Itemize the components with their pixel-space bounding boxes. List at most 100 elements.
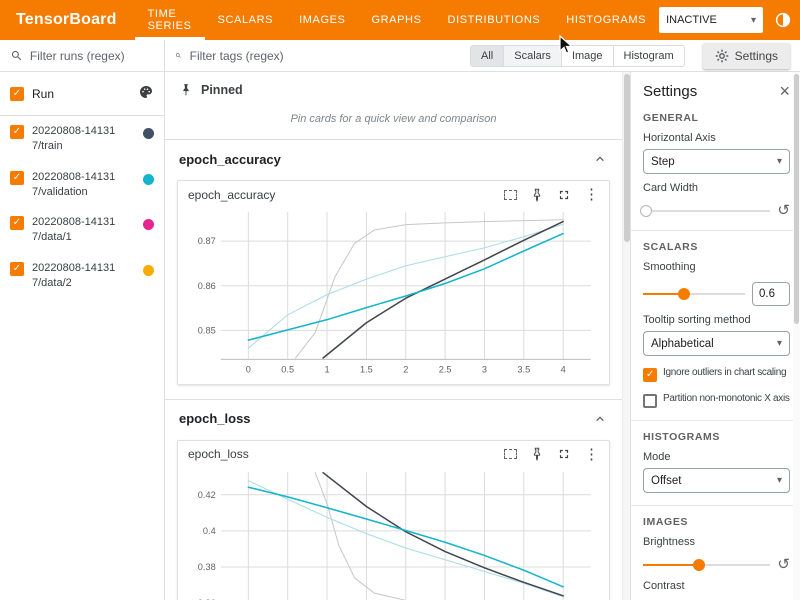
tab-graphs[interactable]: GRAPHS [358,0,434,40]
svg-text:0.4: 0.4 [203,526,216,536]
palette-icon[interactable] [138,84,154,103]
pin-icon[interactable] [530,447,544,461]
chevron-up-icon[interactable] [592,151,608,167]
horizontal-axis-select[interactable]: Step ▾ [643,149,790,174]
selection-box-icon[interactable] [504,190,517,200]
more-vert-icon[interactable]: ⋮ [584,187,599,202]
smoothing-slider[interactable] [643,287,745,301]
settings-scrollbar[interactable] [793,72,800,600]
slider-thumb[interactable] [640,205,652,217]
tab-distributions[interactable]: DISTRIBUTIONS [435,0,554,40]
epoch-loss-chart[interactable]: 00.511.522.533.540.360.380.40.42 [184,464,603,600]
tooltip-sorting-select[interactable]: Alphabetical ▾ [643,331,790,356]
run-checkbox[interactable]: ✓ [10,262,24,276]
main-scrollbar[interactable] [622,72,630,600]
pin-icon [179,83,193,97]
epoch-accuracy-chart[interactable]: 00.511.522.533.540.850.860.87 [184,204,603,380]
chip-histogram[interactable]: Histogram [613,45,685,67]
ignore-outliers-label: Ignore outliers in chart scaling [663,367,786,378]
scalars-heading: SCALARS [643,241,790,253]
smoothing-value-input[interactable]: 0.6 [752,282,790,306]
run-checkbox[interactable]: ✓ [10,216,24,230]
histogram-mode-label: Mode [643,451,790,463]
section-header[interactable]: epoch_loss [165,400,622,438]
histogram-mode-select[interactable]: Offset ▾ [643,468,790,493]
settings-button[interactable]: Settings [703,43,790,69]
chevron-down-icon: ▾ [751,15,756,26]
scrollbar-thumb[interactable] [794,74,799,324]
theme-toggle-icon[interactable] [772,9,794,31]
tab-scalars[interactable]: SCALARS [205,0,287,40]
reset-icon[interactable]: ↺ [777,203,790,218]
run-color-dot [143,174,154,185]
brightness-label: Brightness [643,536,790,548]
card-grid: epoch_accuracy ⋮ [165,178,622,399]
ignore-outliers-row[interactable]: ✓ Ignore outliers in chart scaling [643,367,790,382]
section-epoch-accuracy: epoch_accuracy epoch_accuracy [165,140,622,400]
close-icon[interactable]: × [779,82,790,100]
card-grid: epoch_loss ⋮ [165,438,622,600]
ignore-outliers-checkbox[interactable]: ✓ [643,368,657,382]
run-row-train[interactable]: ✓ 20220808-141317/train [0,116,164,162]
selection-box-icon[interactable] [504,449,517,459]
fullscreen-icon[interactable] [557,447,571,461]
partition-x-axis-row[interactable]: Partition non-monotonic X axis i [643,393,790,408]
chip-image[interactable]: Image [561,45,614,67]
gear-icon [715,49,729,63]
horizontal-axis-value: Step [651,156,675,168]
runs-select-all-checkbox[interactable]: ✓ [10,87,24,101]
tag-toolbar: All Scalars Image Histogram Settings [165,40,800,72]
run-color-dot [143,265,154,276]
run-name: 20220808-141317/train [32,124,116,154]
run-checkbox[interactable]: ✓ [10,171,24,185]
settings-panel: Settings × GENERAL Horizontal Axis Step … [630,72,800,600]
section-epoch-loss: epoch_loss epoch_loss [165,400,622,600]
card-title: epoch_accuracy [188,188,275,202]
half-circle-icon [774,11,792,29]
more-vert-icon[interactable]: ⋮ [584,447,599,462]
slider-thumb[interactable] [693,559,705,571]
tab-time-series[interactable]: TIME SERIES [135,0,205,40]
svg-text:1.5: 1.5 [360,365,373,375]
card-width-slider[interactable] [643,204,770,218]
pinned-hint-text: Pin cards for a quick view and compariso… [165,105,622,140]
tab-images[interactable]: IMAGES [286,0,358,40]
run-row-validation[interactable]: ✓ 20220808-141317/validation [0,162,164,208]
run-filter-input[interactable] [30,49,154,63]
brightness-slider[interactable] [643,558,770,572]
chevron-up-icon[interactable] [592,411,608,427]
svg-text:3: 3 [482,365,487,375]
runs-header-row[interactable]: ✓ Run [0,72,164,116]
chip-scalars[interactable]: Scalars [503,45,562,67]
run-list: ✓ 20220808-141317/train ✓ 20220808-14131… [0,116,164,299]
tab-histograms[interactable]: HISTOGRAMS [553,0,659,40]
tooltip-sorting-value: Alphabetical [651,338,714,350]
settings-button-label: Settings [735,49,778,63]
reload-status-value: INACTIVE [666,14,717,26]
partition-x-axis-label: Partition non-monotonic X axis [663,393,790,404]
reload-status-dropdown[interactable]: INACTIVE ▾ [659,7,763,33]
pinned-section-header: Pinned [165,72,622,105]
svg-text:0.85: 0.85 [198,325,216,335]
scalar-card-epoch-loss: epoch_loss ⋮ [177,440,610,600]
general-heading: GENERAL [643,112,790,124]
runs-header-label: Run [32,87,54,101]
section-title: epoch_accuracy [179,152,281,167]
plugin-filter-chips: All Scalars Image Histogram [470,45,685,67]
run-row-data-2[interactable]: ✓ 20220808-141317/data/2 [0,253,164,299]
tag-filter-input[interactable] [190,49,462,63]
fullscreen-icon[interactable] [557,188,571,202]
tooltip-sorting-label: Tooltip sorting method [643,314,790,326]
run-row-data-1[interactable]: ✓ 20220808-141317/data/1 [0,207,164,253]
svg-text:2.5: 2.5 [439,365,452,375]
slider-thumb[interactable] [678,288,690,300]
partition-x-axis-checkbox[interactable] [643,394,657,408]
run-checkbox[interactable]: ✓ [10,125,24,139]
svg-text:0.86: 0.86 [198,281,216,291]
scalar-card-epoch-accuracy: epoch_accuracy ⋮ [177,180,610,385]
card-header: epoch_accuracy ⋮ [184,183,603,204]
reset-icon[interactable]: ↺ [777,557,790,572]
pin-icon[interactable] [530,188,544,202]
section-header[interactable]: epoch_accuracy [165,140,622,178]
chip-all[interactable]: All [470,45,504,67]
